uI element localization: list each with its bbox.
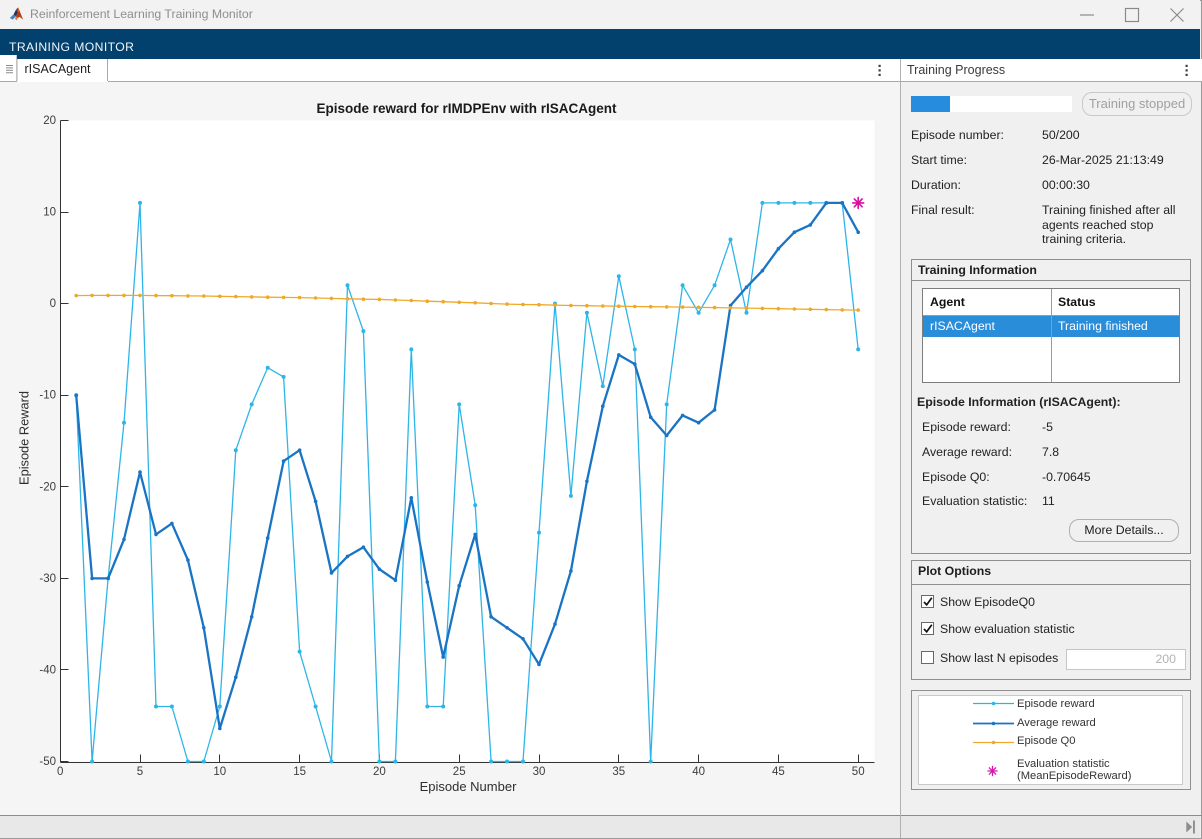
svg-text:-30: -30 [39,573,56,585]
svg-text:Episode reward for rIMDPEnv wi: Episode reward for rIMDPEnv with rISACAg… [316,101,617,116]
svg-text:0: 0 [57,766,63,778]
svg-text:40: 40 [692,766,705,778]
svg-text:20: 20 [43,115,56,127]
svg-text:Episode Number: Episode Number [420,779,517,794]
svg-text:-20: -20 [39,481,56,493]
svg-text:25: 25 [453,766,466,778]
svg-text:0: 0 [50,298,56,310]
svg-text:10: 10 [43,207,56,219]
svg-text:-40: -40 [39,664,56,676]
svg-text:Episode Reward: Episode Reward [17,391,32,485]
svg-text:-50: -50 [39,756,56,768]
svg-text:50: 50 [852,766,865,778]
svg-text:-10: -10 [39,390,56,402]
svg-text:35: 35 [612,766,625,778]
svg-text:45: 45 [772,766,785,778]
svg-text:15: 15 [293,766,306,778]
svg-text:20: 20 [373,766,386,778]
svg-text:10: 10 [213,766,226,778]
svg-text:5: 5 [137,766,143,778]
svg-text:30: 30 [533,766,546,778]
